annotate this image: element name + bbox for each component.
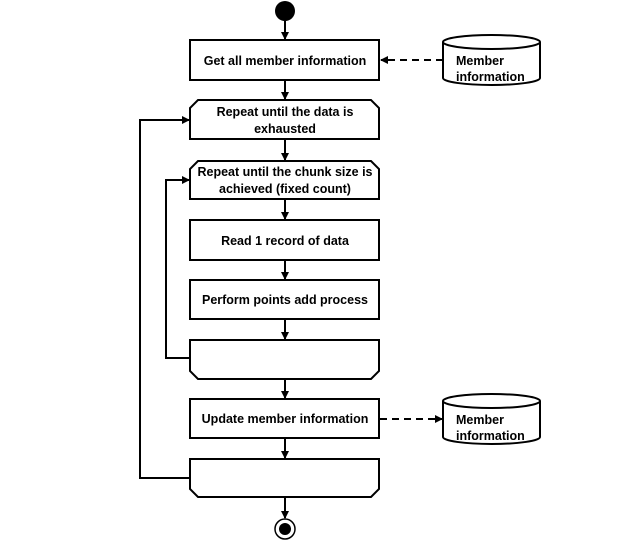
end-node bbox=[274, 518, 296, 540]
db-target-label-1: Member bbox=[456, 413, 504, 427]
activity-diagram: Get all member information Member inform… bbox=[139, 1, 541, 540]
update-member-label: Update member information bbox=[202, 412, 369, 426]
loop-data-end bbox=[189, 458, 380, 498]
loop-data-label-2: exhausted bbox=[254, 122, 316, 136]
loop-chunk-label-2: achieved (fixed count) bbox=[219, 182, 351, 196]
db-target-label-2: information bbox=[456, 429, 525, 443]
start-node bbox=[275, 1, 295, 21]
member-info-datastore-target: Member information bbox=[442, 393, 541, 445]
loop-data-label-1: Repeat until the data is bbox=[217, 105, 354, 119]
loop-chunk-end bbox=[189, 339, 380, 380]
loop-chunk-label-1: Repeat until the chunk size is bbox=[197, 165, 372, 179]
points-add-label: Perform points add process bbox=[202, 293, 368, 307]
loop-chunk-back-arrow bbox=[165, 176, 190, 359]
db-source-label-2: information bbox=[456, 70, 525, 84]
db-source-label-1: Member bbox=[456, 54, 504, 68]
member-info-datastore-source: Member information bbox=[442, 34, 541, 86]
read-record-label: Read 1 record of data bbox=[221, 234, 350, 248]
get-all-label: Get all member information bbox=[204, 54, 367, 68]
